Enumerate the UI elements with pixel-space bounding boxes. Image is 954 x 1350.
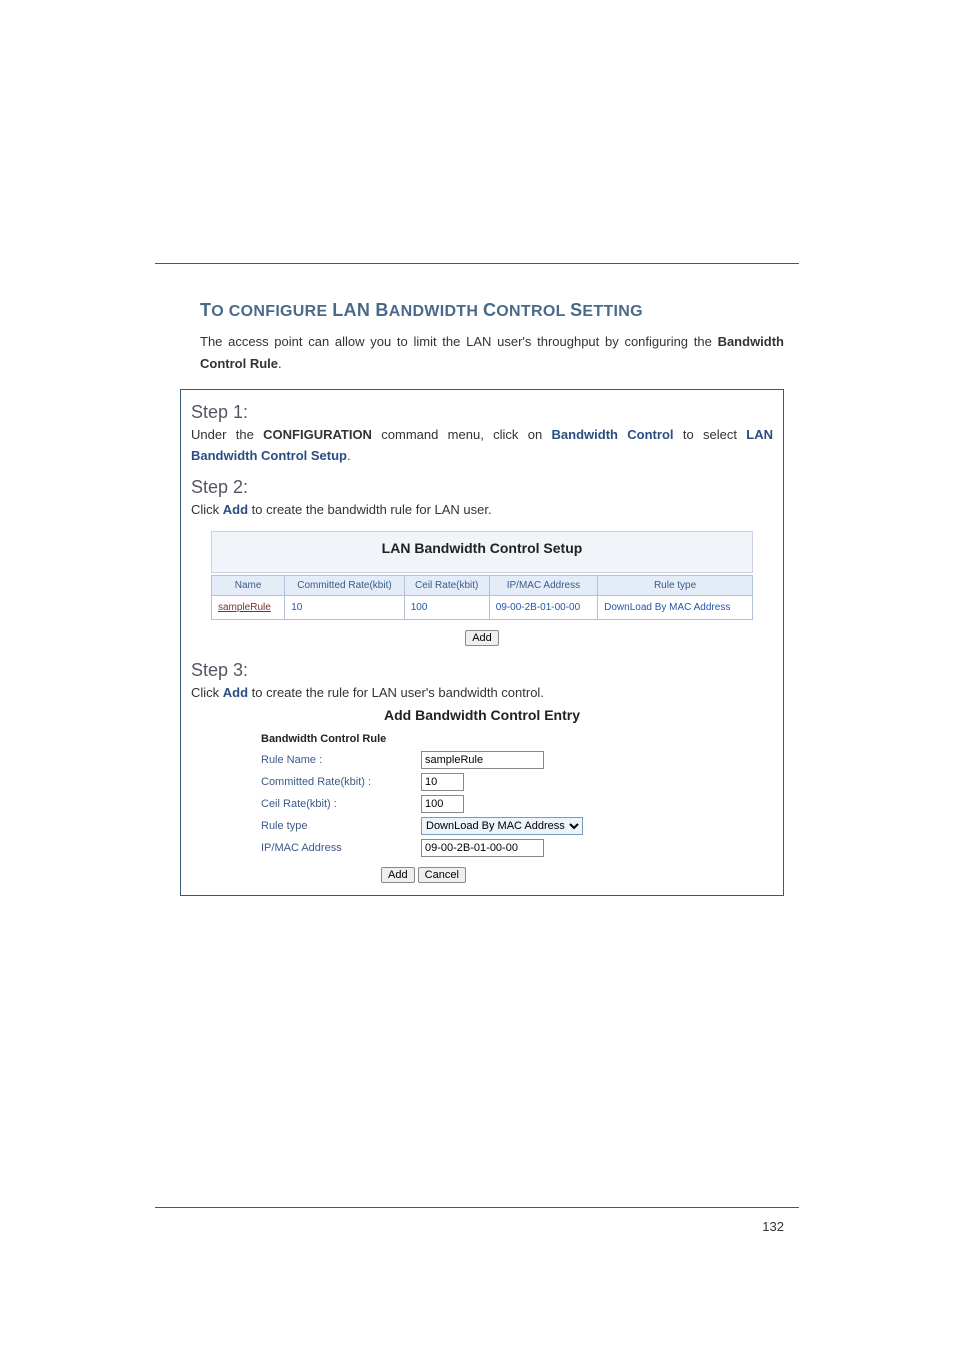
intro-post: . xyxy=(278,356,282,371)
step1-label: Step 1: xyxy=(191,402,773,423)
table-row: sampleRule 10 100 09-00-2B-01-00-00 Down… xyxy=(212,595,753,619)
step2-label: Step 2: xyxy=(191,477,773,498)
lan-table: Name Committed Rate(kbit) Ceil Rate(kbit… xyxy=(211,575,753,620)
rule-name-input[interactable] xyxy=(421,751,544,769)
bottom-rule xyxy=(155,1207,799,1208)
section-heading: TO CONFIGURE LAN BANDWIDTH CONTROL SETTI… xyxy=(200,300,784,321)
col-ruletype: Rule type xyxy=(598,575,753,595)
lan-setup-titlebar: LAN Bandwidth Control Setup xyxy=(211,531,753,573)
intro-text: The access point can allow you to limit … xyxy=(200,331,784,375)
rule-type-select[interactable]: DownLoad By MAC Address xyxy=(421,817,583,835)
col-ceil: Ceil Rate(kbit) xyxy=(404,575,489,595)
entry-title: Add Bandwidth Control Entry xyxy=(191,707,773,723)
committed-input[interactable] xyxy=(421,773,464,791)
step3-text: Click Add to create the rule for LAN use… xyxy=(191,683,773,704)
cell-committed: 10 xyxy=(285,595,405,619)
cell-name[interactable]: sampleRule xyxy=(212,595,285,619)
col-committed: Committed Rate(kbit) xyxy=(285,575,405,595)
rule-type-label: Rule type xyxy=(261,820,421,832)
lan-setup-title: LAN Bandwidth Control Setup xyxy=(382,540,583,556)
step2-text: Click Add to create the bandwidth rule f… xyxy=(191,500,773,521)
page-number: 132 xyxy=(762,1219,784,1234)
ceil-input[interactable] xyxy=(421,795,464,813)
step1-text: Under the CONFIGURATION command menu, cl… xyxy=(191,425,773,467)
entry-subhead: Bandwidth Control Rule xyxy=(261,733,768,745)
ipmac-input[interactable] xyxy=(421,839,544,857)
committed-label: Committed Rate(kbit) : xyxy=(261,776,421,788)
intro-pre: The access point can allow you to limit … xyxy=(200,334,718,349)
ipmac-label: IP/MAC Address xyxy=(261,842,421,854)
lan-add-button[interactable]: Add xyxy=(465,630,499,646)
col-name: Name xyxy=(212,575,285,595)
cell-ruletype: DownLoad By MAC Address xyxy=(598,595,753,619)
rule-name-label: Rule Name : xyxy=(261,754,421,766)
entry-add-button[interactable]: Add xyxy=(381,867,415,883)
step3-label: Step 3: xyxy=(191,660,773,681)
entry-cancel-button[interactable]: Cancel xyxy=(418,867,466,883)
entry-form: Bandwidth Control Rule Rule Name : Commi… xyxy=(261,733,768,883)
top-rule xyxy=(155,263,799,264)
cell-ceil: 100 xyxy=(404,595,489,619)
col-ipmac: IP/MAC Address xyxy=(489,575,597,595)
lan-setup-panel: LAN Bandwidth Control Setup Name Committ… xyxy=(211,531,753,646)
ceil-label: Ceil Rate(kbit) : xyxy=(261,798,421,810)
cell-ipmac: 09-00-2B-01-00-00 xyxy=(489,595,597,619)
steps-box: Step 1: Under the CONFIGURATION command … xyxy=(180,389,784,896)
